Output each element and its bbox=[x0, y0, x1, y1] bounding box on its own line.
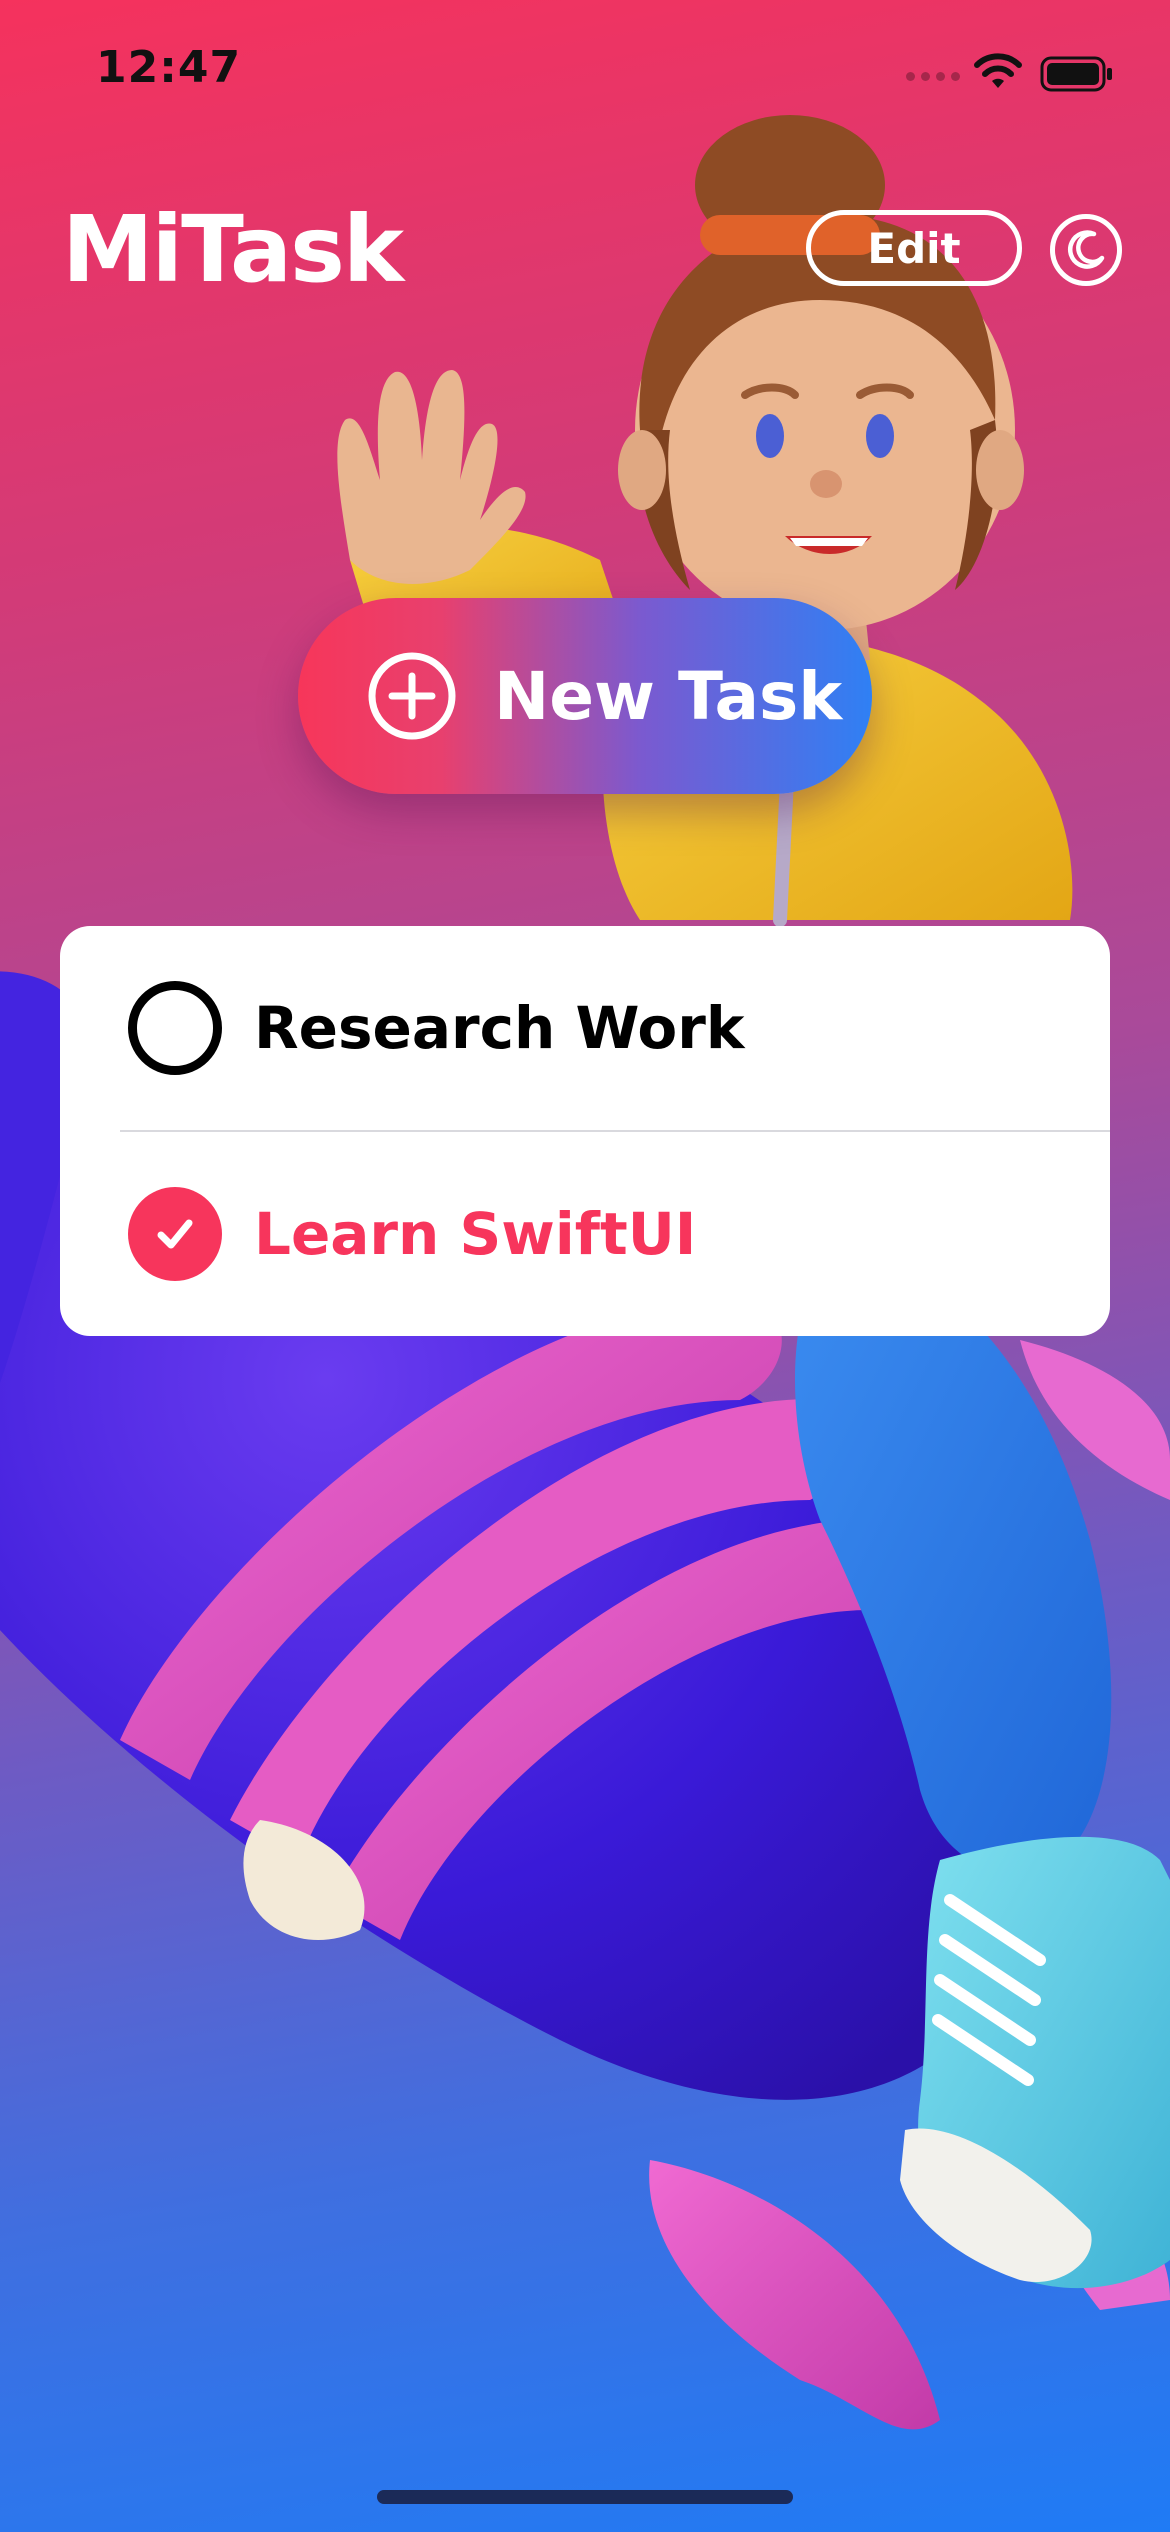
checkmark-icon bbox=[157, 1219, 193, 1249]
battery-icon bbox=[1040, 56, 1112, 92]
plus-circle-icon bbox=[368, 652, 456, 740]
app-screen: 12:47 MiTask Edit New Task Research Work… bbox=[0, 0, 1170, 2532]
wifi-icon bbox=[974, 53, 1022, 88]
task-row[interactable]: Research Work bbox=[60, 926, 1110, 1130]
task-list: Research Work Learn SwiftUI bbox=[60, 926, 1110, 1336]
task-title: Research Work bbox=[254, 994, 745, 1062]
signal-icon bbox=[906, 72, 960, 81]
task-title: Learn SwiftUI bbox=[254, 1200, 697, 1268]
new-task-button[interactable]: New Task bbox=[298, 598, 872, 794]
moon-icon bbox=[1067, 230, 1105, 269]
status-time: 12:47 bbox=[96, 42, 242, 93]
task-checkbox-checked[interactable] bbox=[128, 1187, 222, 1281]
dark-mode-toggle-button[interactable] bbox=[1050, 214, 1122, 286]
edit-button[interactable]: Edit bbox=[806, 210, 1022, 286]
task-row[interactable]: Learn SwiftUI bbox=[60, 1132, 1110, 1336]
task-checkbox-unchecked[interactable] bbox=[128, 981, 222, 1075]
app-title: MiTask bbox=[62, 196, 404, 303]
new-task-label: New Task bbox=[494, 657, 843, 735]
home-indicator[interactable] bbox=[377, 2490, 793, 2504]
status-bar: 12:47 bbox=[0, 0, 1170, 140]
